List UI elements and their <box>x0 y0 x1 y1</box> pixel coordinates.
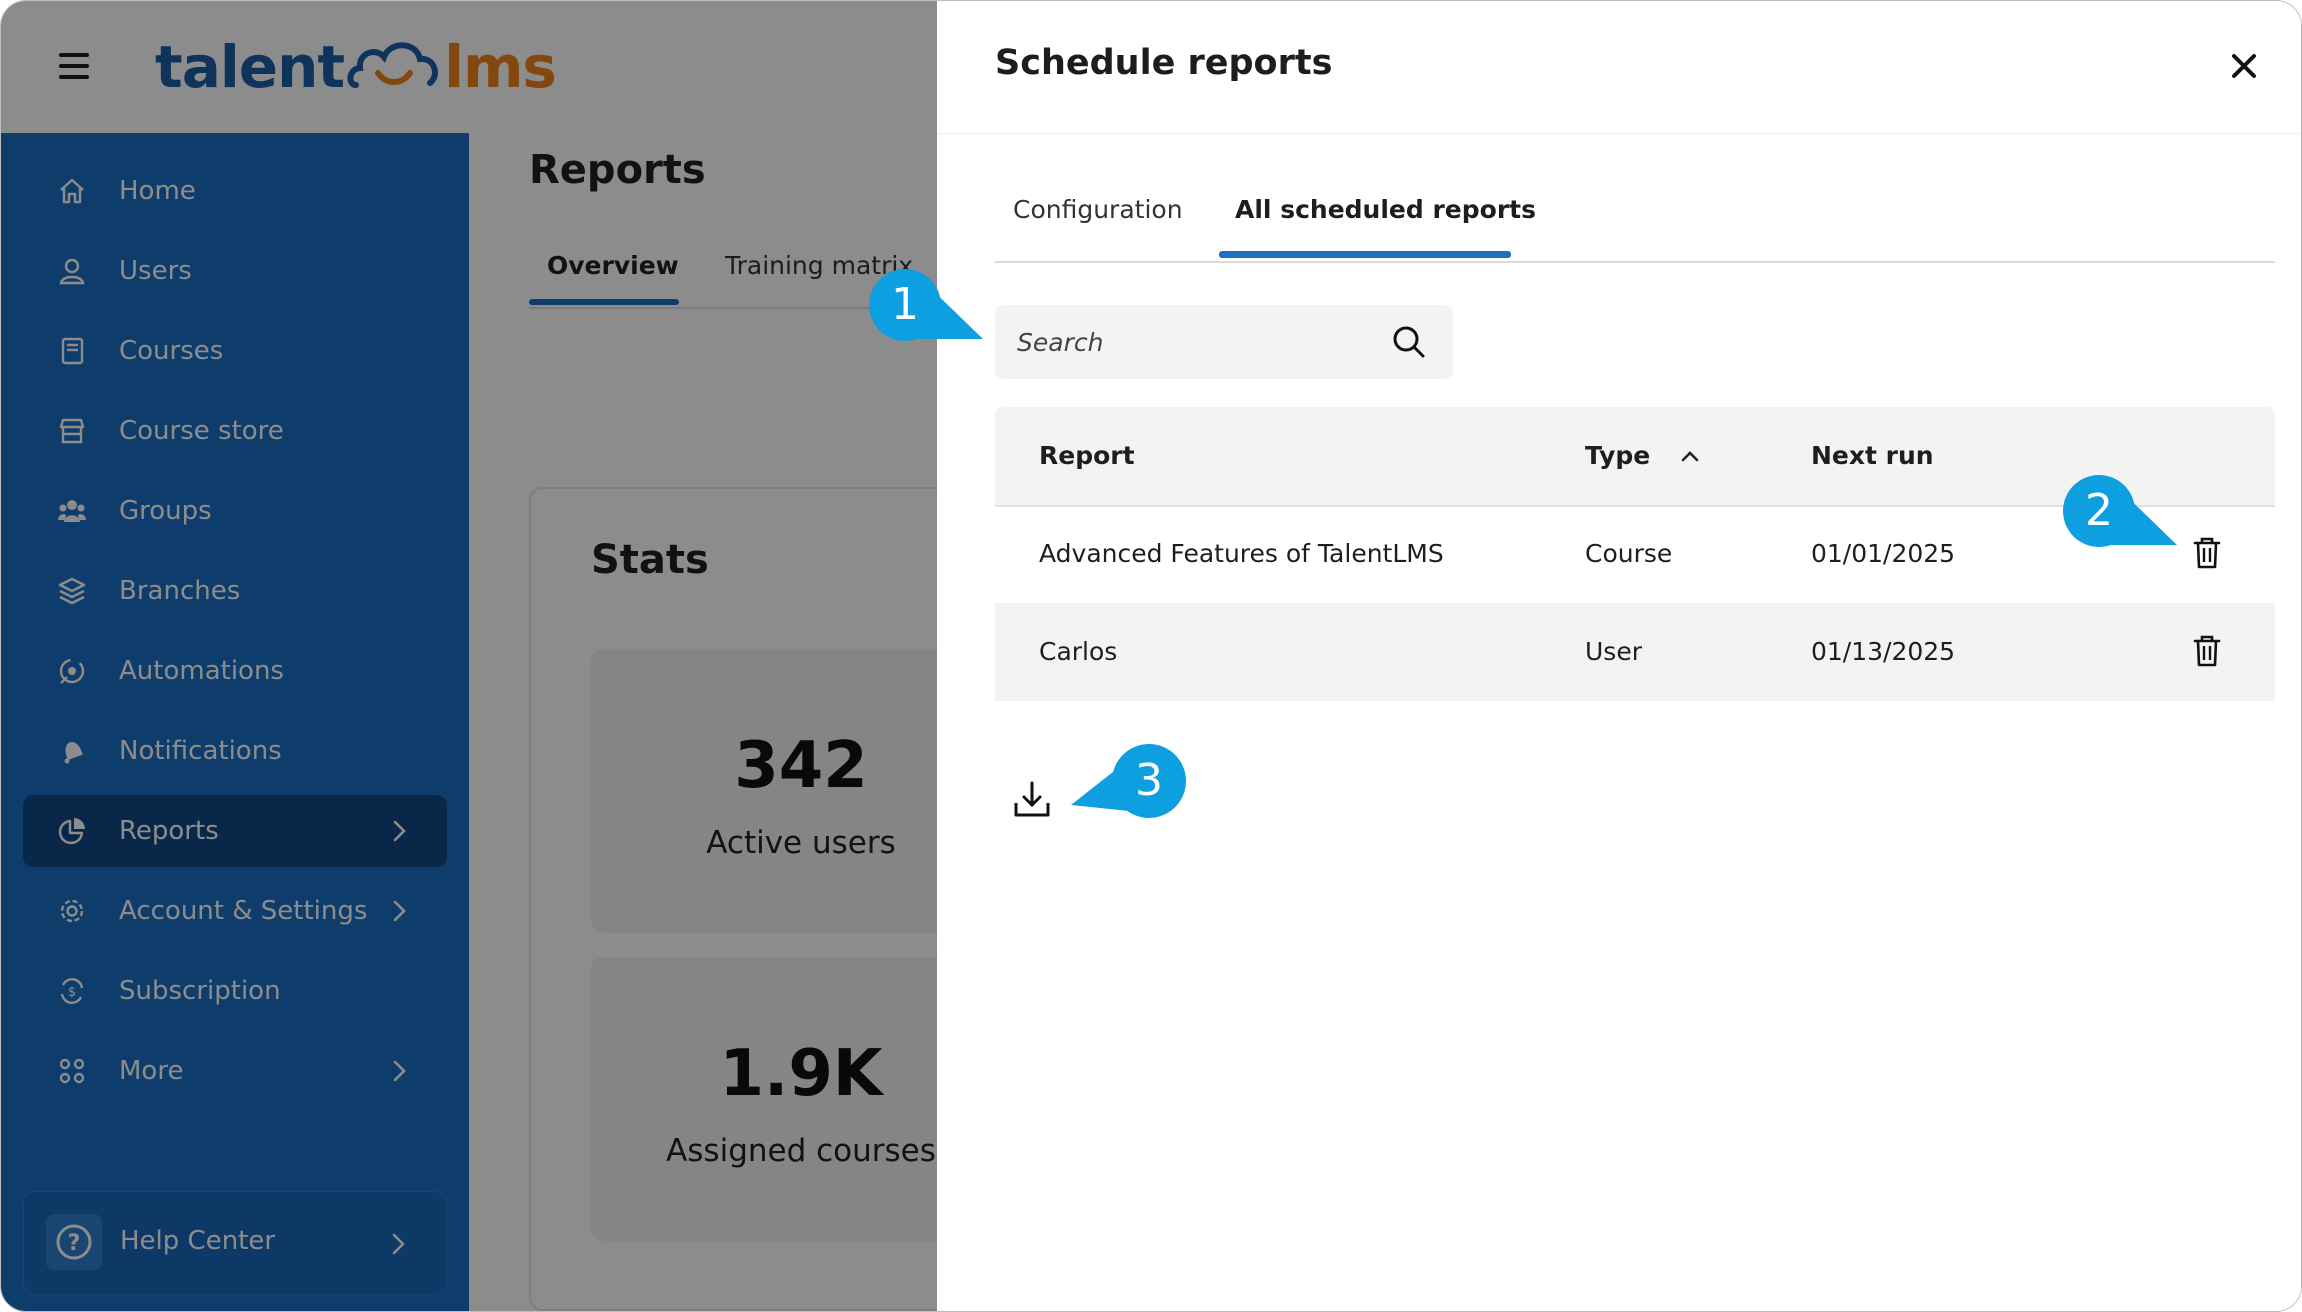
trash-icon[interactable] <box>2191 535 2223 571</box>
column-header-type[interactable]: Type <box>1585 441 1650 470</box>
close-icon[interactable] <box>2227 49 2261 83</box>
column-header-next-run[interactable]: Next run <box>1811 441 1934 470</box>
download-icon[interactable] <box>1011 779 1053 821</box>
search-box <box>995 305 1453 379</box>
app-window: talent lms Home Users Courses Course sto… <box>0 0 2302 1312</box>
tab-all-scheduled-reports[interactable]: All scheduled reports <box>1235 195 1536 224</box>
tab-configuration[interactable]: Configuration <box>1013 195 1183 224</box>
cell-next-run: 01/13/2025 <box>1811 637 1956 666</box>
schedule-reports-drawer: Schedule reports Configuration All sched… <box>937 1 2301 1311</box>
cell-report: Advanced Features of TalentLMS <box>1039 539 1444 568</box>
drawer-title: Schedule reports <box>995 43 1333 83</box>
cell-report: Carlos <box>1039 637 1118 666</box>
callout-3: 3 <box>1067 743 1189 823</box>
trash-icon[interactable] <box>2191 633 2223 669</box>
callout-number: 3 <box>1135 755 1163 806</box>
modal-backdrop[interactable] <box>1 1 937 1311</box>
cell-type: User <box>1585 637 1642 666</box>
callout-1: 1 <box>867 267 987 347</box>
cell-next-run: 01/01/2025 <box>1811 539 1956 568</box>
drawer-tabs: Configuration All scheduled reports <box>995 181 2275 263</box>
column-header-report[interactable]: Report <box>1039 441 1135 470</box>
active-tab-indicator <box>1219 251 1511 258</box>
cell-type: Course <box>1585 539 1673 568</box>
sort-ascending-icon[interactable] <box>1679 445 1701 467</box>
search-icon[interactable] <box>1391 324 1427 360</box>
callout-number: 2 <box>2085 485 2113 536</box>
callout-2: 2 <box>2061 473 2181 553</box>
drawer-header: Schedule reports <box>937 1 2301 134</box>
search-input[interactable] <box>1017 305 1377 379</box>
callout-number: 1 <box>891 279 919 330</box>
table-row[interactable]: Carlos User 01/13/2025 <box>995 603 2275 701</box>
